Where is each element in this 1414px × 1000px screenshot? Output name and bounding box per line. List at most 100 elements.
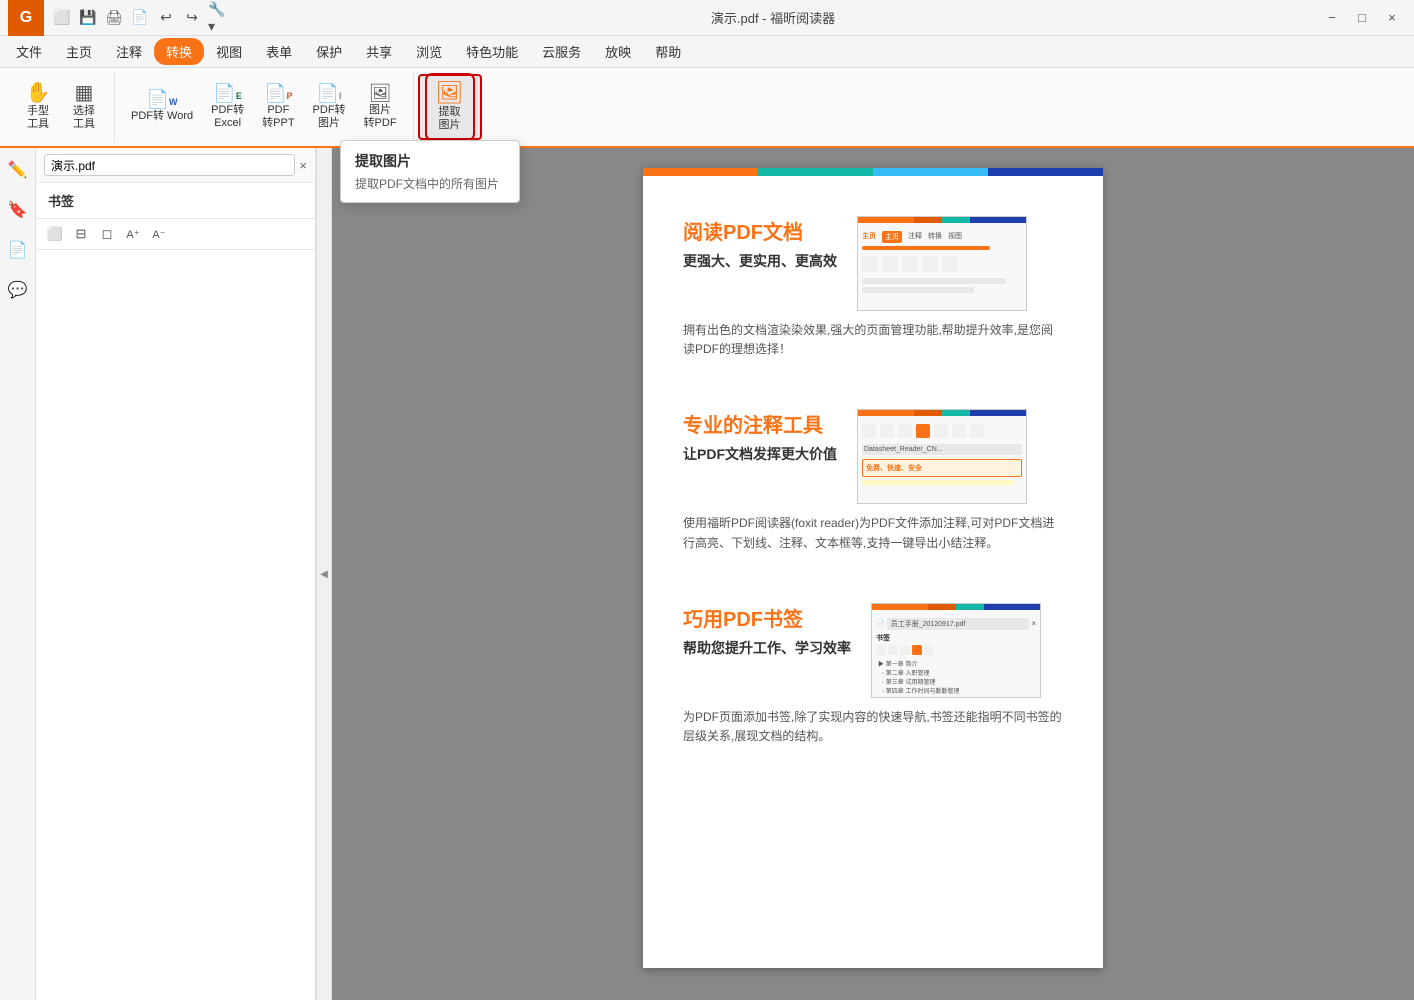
undo-icon[interactable]: ↩ (156, 8, 176, 28)
pdf-subtitle-1: 更强大、更实用、更高效 (683, 251, 837, 271)
tools-icon[interactable]: 🔧▾ (208, 8, 228, 28)
ribbon-group-tools: ✋ 手型工具 ▦ 选择工具 (8, 72, 115, 142)
pdf-section-1: 阅读PDF文档 更强大、更实用、更高效 (683, 216, 1063, 359)
pdf-to-ppt-button[interactable]: 📄P PDF转PPT (254, 72, 302, 142)
bm-collapse-icon[interactable]: ⊟ (70, 223, 92, 245)
bm-add-icon[interactable]: ◻ (96, 223, 118, 245)
pdf-title-3: 巧用PDF书签 (683, 603, 851, 632)
window-title: 演示.pdf - 福昕阅读器 (228, 8, 1318, 27)
file-name-input[interactable] (44, 154, 295, 176)
menu-help[interactable]: 帮助 (643, 38, 693, 65)
pdf-ppt-label: PDF转PPT (262, 104, 294, 130)
panel: × 书签 ⬜ ⊟ ◻ A⁺ A⁻ (36, 148, 316, 1000)
bookmark-toolbar: ⬜ ⊟ ◻ A⁺ A⁻ (36, 219, 315, 250)
pdf-image-label: PDF转图片 (313, 104, 346, 130)
close-button[interactable]: × (1378, 4, 1406, 32)
pdf-word-label: PDF转 Word (131, 110, 193, 123)
pdf-image-icon: 📄I (317, 84, 342, 102)
app-logo: G (8, 0, 44, 36)
menu-share[interactable]: 共享 (354, 38, 404, 65)
tooltip-desc: 提取PDF文档中的所有图片 (355, 175, 505, 192)
print-icon[interactable]: 🖨 (104, 8, 124, 28)
main-layout: ✏️ 🔖 📄 💬 × 书签 ⬜ ⊟ ◻ A⁺ A⁻ ◀ (0, 148, 1414, 1000)
image-to-pdf-button[interactable]: 🖼 图片转PDF (356, 72, 405, 142)
tooltip-title: 提取图片 (355, 151, 505, 171)
image-pdf-icon: 🖼 (369, 84, 392, 102)
new-icon[interactable]: 📄 (130, 8, 150, 28)
hand-label: 手型工具 (27, 105, 49, 131)
extract-image-button[interactable]: 🖼 提取图片 (428, 76, 472, 138)
pdf-section-1-header: 阅读PDF文档 更强大、更实用、更高效 (683, 216, 1063, 311)
content-area: 阅读PDF文档 更强大、更实用、更高效 (332, 148, 1414, 1000)
sidebar-icons: ✏️ 🔖 📄 💬 (0, 148, 36, 1000)
hand-icon: ✋ (26, 83, 51, 103)
maximize-button[interactable]: □ (1348, 4, 1376, 32)
menu-file[interactable]: 文件 (4, 38, 54, 65)
pdf-section-2-header: 专业的注释工具 让PDF文档发挥更大价值 (683, 409, 1063, 504)
ribbon: ✋ 手型工具 ▦ 选择工具 📄W PDF转 Word 📄E PDF转Excel … (0, 68, 1414, 148)
extract-image-label: 提取图片 (439, 106, 461, 132)
chevron-left-icon: ◀ (320, 569, 328, 580)
extract-image-icon: 🖼 (436, 82, 464, 104)
pdf-excel-icon: 📄E (213, 84, 241, 102)
pdf-ppt-icon: 📄P (264, 84, 292, 102)
menu-present[interactable]: 放映 (593, 38, 643, 65)
menu-protect[interactable]: 保护 (304, 38, 354, 65)
select-icon: ▦ (75, 83, 94, 103)
color-bar-teal (758, 168, 873, 176)
pdf-body-2: 使用福昕PDF阅读器(foxit reader)为PDF文件添加注释,可对PDF… (683, 514, 1063, 552)
bookmark-label: 书签 (36, 183, 315, 219)
ribbon-group-convert: 📄W PDF转 Word 📄E PDF转Excel 📄P PDF转PPT 📄I … (115, 72, 414, 142)
pdf-to-image-button[interactable]: 📄I PDF转图片 (305, 72, 354, 142)
pdf-subtitle-2: 让PDF文档发挥更大价值 (683, 444, 837, 464)
menu-cloud[interactable]: 云服务 (530, 38, 593, 65)
select-label: 选择工具 (73, 105, 95, 131)
bm-font-smaller-icon[interactable]: A⁻ (148, 223, 170, 245)
select-tool-button[interactable]: ▦ 选择工具 (62, 72, 106, 142)
pdf-content: 阅读PDF文档 更强大、更实用、更高效 (643, 176, 1103, 836)
bm-font-larger-icon[interactable]: A⁺ (122, 223, 144, 245)
bookmark-content (36, 250, 315, 1000)
pdf-word-icon: 📄W (147, 90, 178, 108)
title-bar: G ⬜ 💾 🖨 📄 ↩ ↪ 🔧▾ 演示.pdf - 福昕阅读器 − □ × (0, 0, 1414, 36)
redo-icon[interactable]: ↪ (182, 8, 202, 28)
menu-annotate[interactable]: 注释 (104, 38, 154, 65)
color-bar-lightblue (873, 168, 988, 176)
hand-tool-button[interactable]: ✋ 手型工具 (16, 72, 60, 142)
ribbon-group-extract: 🖼 提取图片 (418, 74, 482, 140)
sidebar-pen-icon[interactable]: ✏️ (4, 156, 32, 184)
file-close-icon[interactable]: × (299, 158, 307, 173)
window-controls: − □ × (1318, 4, 1406, 32)
color-bar-blue (988, 168, 1103, 176)
pdf-title-2: 专业的注释工具 (683, 409, 837, 438)
color-bar-orange (643, 168, 758, 176)
toolbar-icons: ⬜ 💾 🖨 📄 ↩ ↪ 🔧▾ (52, 8, 228, 28)
panel-collapse-handle[interactable]: ◀ (316, 148, 332, 1000)
panel-file-row: × (36, 148, 315, 183)
menu-convert[interactable]: 转换 (154, 38, 204, 65)
tooltip: 提取图片 提取PDF文档中的所有图片 (340, 140, 520, 203)
sidebar-page-icon[interactable]: 📄 (4, 236, 32, 264)
menu-bar: 文件 主页 注释 转换 视图 表单 保护 共享 浏览 特色功能 云服务 放映 帮… (0, 36, 1414, 68)
pdf-preview-3: 📄 员工手册_20120917.pdf × 书签 (871, 603, 1041, 698)
pdf-preview-2: Datasheet_Reader_CN... 免费、快速、安全 (857, 409, 1027, 504)
pdf-to-word-button[interactable]: 📄W PDF转 Word (123, 72, 201, 142)
menu-view[interactable]: 视图 (204, 38, 254, 65)
menu-features[interactable]: 特色功能 (454, 38, 530, 65)
minimize-button[interactable]: − (1318, 4, 1346, 32)
pdf-to-excel-button[interactable]: 📄E PDF转Excel (203, 72, 252, 142)
menu-form[interactable]: 表单 (254, 38, 304, 65)
menu-home[interactable]: 主页 (54, 38, 104, 65)
pdf-preview-1: 主页 主页 注释 转换 视图 (857, 216, 1027, 311)
pdf-section-2: 专业的注释工具 让PDF文档发挥更大价值 (683, 409, 1063, 552)
pdf-section-3-header: 巧用PDF书签 帮助您提升工作、学习效率 (683, 603, 1063, 698)
color-bar (643, 168, 1103, 176)
open-icon[interactable]: ⬜ (52, 8, 72, 28)
menu-browse[interactable]: 浏览 (404, 38, 454, 65)
bm-expand-icon[interactable]: ⬜ (44, 223, 66, 245)
save-icon[interactable]: 💾 (78, 8, 98, 28)
pdf-page: 阅读PDF文档 更强大、更实用、更高效 (643, 168, 1103, 968)
sidebar-bookmark-icon[interactable]: 🔖 (4, 196, 32, 224)
sidebar-comment-icon[interactable]: 💬 (4, 276, 32, 304)
pdf-title-1: 阅读PDF文档 (683, 216, 837, 245)
